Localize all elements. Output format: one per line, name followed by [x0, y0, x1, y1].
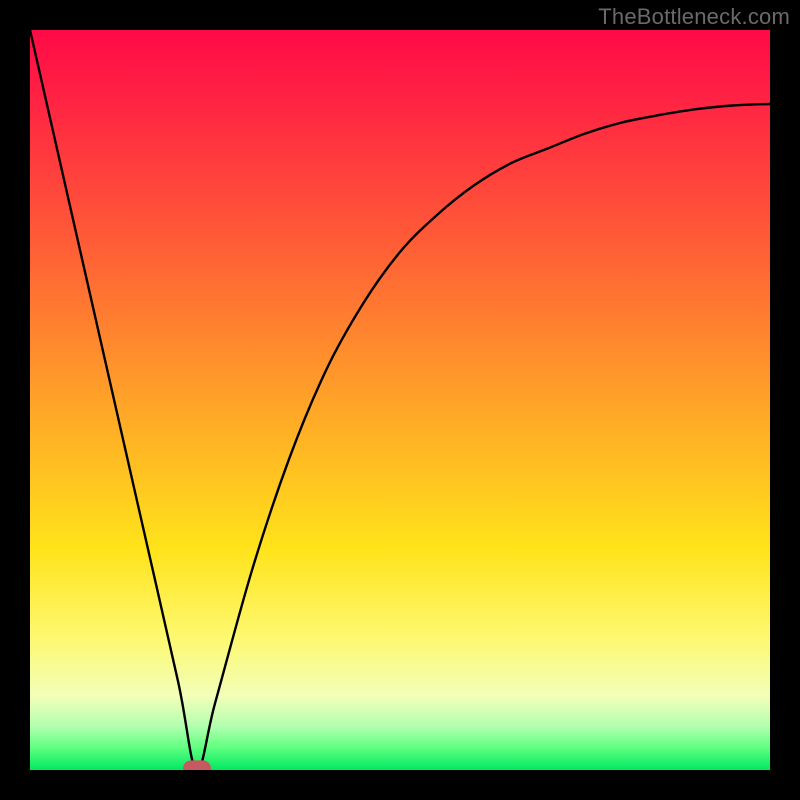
chart-frame: TheBottleneck.com: [0, 0, 800, 800]
plot-area: [30, 30, 770, 770]
optimum-marker: [183, 760, 211, 770]
bottleneck-curve: [30, 30, 770, 770]
watermark-text: TheBottleneck.com: [598, 4, 790, 30]
curve-svg: [30, 30, 770, 770]
